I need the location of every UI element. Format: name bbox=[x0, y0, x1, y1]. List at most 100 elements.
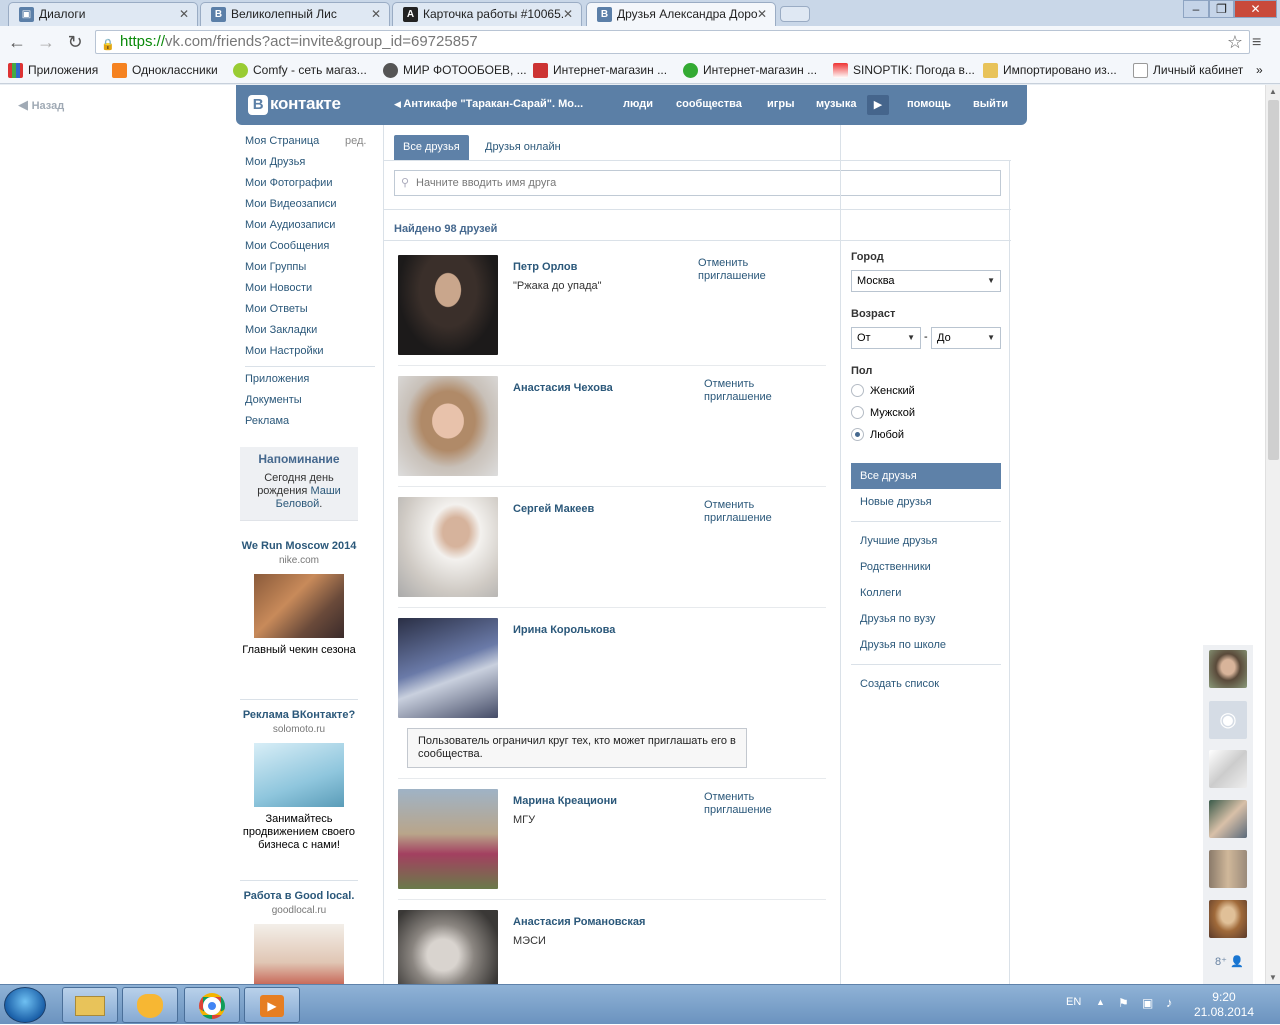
close-tab-icon[interactable]: ✕ bbox=[563, 7, 573, 21]
chat-avatar[interactable] bbox=[1209, 750, 1247, 788]
page-scrollbar[interactable]: ▲ ▼ bbox=[1265, 85, 1280, 984]
cancel-invite-link[interactable]: Отменить приглашение bbox=[704, 378, 824, 404]
menu-my-settings[interactable]: Мои Настройки bbox=[245, 345, 375, 366]
bookmark-cabinet[interactable]: Личный кабинет bbox=[1133, 63, 1243, 78]
taskbar-fl-studio[interactable] bbox=[122, 987, 178, 1023]
tab-friends-online[interactable]: Друзья онлайн bbox=[476, 135, 570, 160]
taskbar-explorer[interactable] bbox=[62, 987, 118, 1023]
friend-name[interactable]: Сергей Макеев bbox=[513, 503, 594, 515]
bookmark-odnoklassniki[interactable]: Одноклассники bbox=[112, 63, 218, 78]
forward-arrow-icon[interactable]: → bbox=[35, 32, 57, 54]
menu-my-answers[interactable]: Мои Ответы bbox=[245, 303, 375, 324]
bookmark-comfy[interactable]: Comfy - сеть магаз... bbox=[233, 63, 367, 78]
close-tab-icon[interactable]: ✕ bbox=[757, 7, 767, 21]
browser-tab-card[interactable]: A Карточка работы #10065. ✕ bbox=[392, 2, 582, 26]
list-new-friends[interactable]: Новые друзья bbox=[851, 489, 1001, 515]
nav-logout[interactable]: выйти bbox=[973, 98, 1008, 110]
chat-avatar[interactable] bbox=[1209, 900, 1247, 938]
vk-logo[interactable]: Вконтакте bbox=[248, 94, 341, 115]
nav-communities[interactable]: сообщества bbox=[676, 98, 742, 110]
menu-my-messages[interactable]: Мои Сообщения bbox=[245, 240, 375, 261]
cancel-invite-link[interactable]: Отменить приглашение bbox=[704, 499, 824, 525]
list-colleagues[interactable]: Коллеги bbox=[851, 580, 1001, 606]
menu-my-bookmarks[interactable]: Мои Закладки bbox=[245, 324, 375, 345]
friend-name[interactable]: Марина Креациони bbox=[513, 795, 617, 807]
city-select[interactable]: Москва ▼ bbox=[851, 270, 1001, 292]
taskbar-media[interactable]: ▶ bbox=[244, 987, 300, 1023]
friend-avatar[interactable] bbox=[398, 497, 498, 597]
ad-block-goodlocal[interactable]: Работа в Good local. goodlocal.ru bbox=[240, 890, 358, 984]
bookmark-sinoptik[interactable]: SINOPTIK: Погода в... bbox=[833, 63, 975, 78]
list-all-friends[interactable]: Все друзья bbox=[851, 463, 1001, 489]
ad-title[interactable]: Работа в Good local. bbox=[240, 890, 358, 903]
bookmark-apps[interactable]: Приложения bbox=[8, 63, 98, 78]
chat-avatar[interactable] bbox=[1209, 650, 1247, 688]
chat-avatar[interactable] bbox=[1209, 850, 1247, 888]
nav-music[interactable]: музыка bbox=[816, 98, 856, 110]
friend-name[interactable]: Ирина Королькова bbox=[513, 624, 615, 636]
menu-my-friends[interactable]: Мои Друзья bbox=[245, 156, 375, 177]
bookmark-star-icon[interactable]: ☆ bbox=[1227, 31, 1243, 53]
list-university-friends[interactable]: Друзья по вузу bbox=[851, 606, 1001, 632]
friend-name[interactable]: Петр Орлов bbox=[513, 261, 577, 273]
chat-avatar[interactable] bbox=[1209, 800, 1247, 838]
flag-icon[interactable]: ⚑ bbox=[1118, 996, 1129, 1010]
menu-my-news[interactable]: Мои Новости bbox=[245, 282, 375, 303]
menu-my-videos[interactable]: Мои Видеозаписи bbox=[245, 198, 375, 219]
age-to-select[interactable]: До ▼ bbox=[931, 327, 1001, 349]
ad-block-solomoto[interactable]: Реклама ВКонтакте? solomoto.ru Занимайте… bbox=[240, 709, 358, 852]
sex-radio-any[interactable]: Любой bbox=[851, 428, 904, 442]
age-from-select[interactable]: От ▼ bbox=[851, 327, 921, 349]
bookmarks-overflow-icon[interactable]: » bbox=[1256, 63, 1263, 77]
menu-ads[interactable]: Реклама bbox=[245, 415, 375, 436]
ad-title[interactable]: We Run Moscow 2014 bbox=[240, 540, 358, 553]
browser-tab-lis[interactable]: В Великолепный Лис ✕ bbox=[200, 2, 390, 26]
bookmark-imported[interactable]: Импортировано из... bbox=[983, 63, 1117, 78]
ad-image[interactable] bbox=[254, 924, 344, 984]
scroll-up-icon[interactable]: ▲ bbox=[1269, 87, 1277, 96]
browser-tab-friends[interactable]: В Друзья Александра Доро ✕ bbox=[586, 2, 776, 26]
friend-avatar[interactable] bbox=[398, 255, 498, 355]
tray-expand-icon[interactable]: ▲ bbox=[1096, 997, 1105, 1007]
list-best-friends[interactable]: Лучшие друзья bbox=[851, 528, 1001, 554]
ad-title[interactable]: Реклама ВКонтакте? bbox=[240, 709, 358, 722]
volume-icon[interactable]: ♪ bbox=[1166, 995, 1173, 1010]
close-tab-icon[interactable]: ✕ bbox=[371, 7, 381, 21]
close-window-button[interactable]: ✕ bbox=[1234, 0, 1277, 18]
list-relatives[interactable]: Родственники bbox=[851, 554, 1001, 580]
scroll-down-icon[interactable]: ▼ bbox=[1269, 973, 1277, 982]
close-tab-icon[interactable]: ✕ bbox=[179, 7, 189, 21]
language-indicator[interactable]: EN bbox=[1066, 996, 1081, 1008]
network-icon[interactable]: ▣ bbox=[1142, 996, 1153, 1010]
sex-radio-female[interactable]: Женский bbox=[851, 384, 915, 398]
camera-icon[interactable]: ◉ bbox=[1209, 701, 1247, 739]
list-school-friends[interactable]: Друзья по школе bbox=[851, 632, 1001, 658]
friend-avatar[interactable] bbox=[398, 789, 498, 889]
bookmark-shop2[interactable]: Интернет-магазин ... bbox=[683, 63, 817, 78]
ad-image[interactable] bbox=[254, 574, 344, 638]
menu-docs[interactable]: Документы bbox=[245, 394, 375, 415]
back-link[interactable]: ◀ Назад bbox=[18, 97, 64, 113]
browser-tab-dialogs[interactable]: ▣ Диалоги ✕ bbox=[8, 2, 198, 26]
friend-avatar[interactable] bbox=[398, 618, 498, 718]
maximize-button[interactable]: ❐ bbox=[1209, 0, 1234, 18]
minimize-button[interactable]: – bbox=[1183, 0, 1209, 18]
menu-my-audio[interactable]: Мои Аудиозаписи bbox=[245, 219, 375, 240]
menu-my-groups[interactable]: Мои Группы bbox=[245, 261, 375, 282]
friend-name[interactable]: Анастасия Романовская bbox=[513, 916, 645, 928]
bookmark-shop1[interactable]: Интернет-магазин ... bbox=[533, 63, 667, 78]
reload-icon[interactable]: ↻ bbox=[64, 32, 86, 54]
clock[interactable]: 9:20 21.08.2014 bbox=[1194, 990, 1254, 1020]
nav-games[interactable]: игры bbox=[767, 98, 794, 110]
cancel-invite-link[interactable]: Отменить приглашение bbox=[698, 257, 818, 283]
friend-name[interactable]: Анастасия Чехова bbox=[513, 382, 613, 394]
nav-people[interactable]: люди bbox=[623, 98, 653, 110]
bookmark-fotooboi[interactable]: МИР ФОТООБОЕВ, ... bbox=[383, 63, 527, 78]
sex-radio-male[interactable]: Мужской bbox=[851, 406, 915, 420]
menu-my-photos[interactable]: Мои Фотографии bbox=[245, 177, 375, 198]
nav-more-arrow-icon[interactable]: ▶ bbox=[867, 95, 889, 115]
taskbar-chrome[interactable] bbox=[184, 987, 240, 1023]
friend-avatar[interactable] bbox=[398, 376, 498, 476]
menu-apps[interactable]: Приложения bbox=[245, 373, 375, 394]
chrome-menu-icon[interactable]: ≡ bbox=[1252, 34, 1261, 52]
